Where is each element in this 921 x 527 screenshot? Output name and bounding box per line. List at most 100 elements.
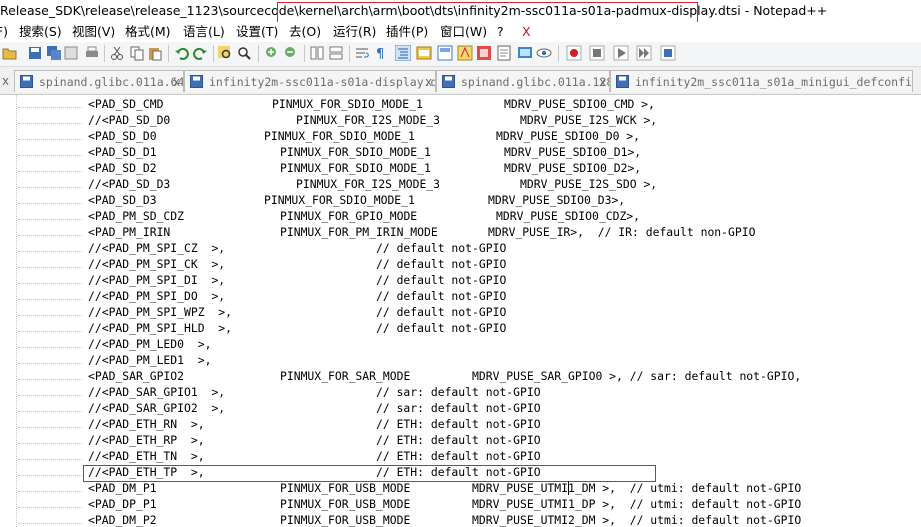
- code-line[interactable]: <PAD_SD_D0 PINMUX_FOR_SDIO_MODE_1 MDRV_PUS…: [0, 128, 921, 144]
- code-line[interactable]: //<PAD_PM_SPI_DO >, // default not-GPIO: [0, 288, 921, 304]
- code-line[interactable]: <PAD_PM_IRIN PINMUX_FOR_PM_IRIN_MODE MDRV_…: [0, 224, 921, 240]
- find-icon[interactable]: [217, 45, 233, 61]
- sync-vertical-icon[interactable]: [309, 45, 325, 61]
- indent-whitespace-marker: [18, 219, 82, 220]
- tab-infinity2m-minigui-defconfig[interactable]: infinity2m_ssc011a_s01a_minigui_defconfi…: [610, 70, 913, 92]
- window-title-bar[interactable]: Release_SDK\release\release_1123\sourcec…: [0, 0, 921, 22]
- code-line[interactable]: //<PAD_PM_SPI_CZ >, // default not-GPIO: [0, 240, 921, 256]
- code-line[interactable]: <PAD_SD_D2 PINMUX_FOR_SDIO_MODE_1 MDRV_PUS…: [0, 160, 921, 176]
- code-pinmux-mode: // ETH: default not-GPIO: [376, 417, 541, 431]
- zoom-in-icon[interactable]: [264, 45, 280, 61]
- code-line[interactable]: //<PAD_PM_SPI_CK >, // default not-GPIO: [0, 256, 921, 272]
- code-line[interactable]: <PAD_SAR_GPIO2 PINMUX_FOR_SAR_MODE MDRV_PU…: [0, 368, 921, 384]
- code-pad-name: <PAD_DM_P2: [88, 513, 157, 527]
- code-line[interactable]: //<PAD_SD_D3 PINMUX_FOR_I2S_MODE_3 MDRV_PU…: [0, 176, 921, 192]
- indent-whitespace-marker: [18, 427, 82, 428]
- code-line[interactable]: //<PAD_PM_LED0 >,: [0, 336, 921, 352]
- code-pinmux-mode: // ETH: default not-GPIO: [376, 465, 541, 479]
- code-line[interactable]: //<PAD_ETH_TP >, // ETH: default not-GPIO: [0, 464, 921, 480]
- indent-whitespace-marker: [18, 347, 82, 348]
- view-eye-icon[interactable]: [536, 45, 552, 61]
- macro-record-icon[interactable]: [566, 45, 582, 61]
- code-line[interactable]: //<PAD_PM_SPI_WPZ >, // default not-GPIO: [0, 304, 921, 320]
- code-line[interactable]: //<PAD_ETH_RN >, // ETH: default not-GPIO: [0, 416, 921, 432]
- menu-file[interactable]: 文件(F): [0, 22, 8, 42]
- tab-spinand-128[interactable]: spinand.glibc.011a.128 x: [436, 70, 610, 92]
- code-pad-name: //<PAD_SD_D3: [88, 177, 171, 191]
- tab-close-icon[interactable]: x: [599, 71, 606, 92]
- tab-spinand-64[interactable]: spinand.glibc.011a.64 x: [14, 70, 184, 92]
- code-line[interactable]: //<PAD_SAR_GPIO1 >, // sar: default not-G…: [0, 384, 921, 400]
- code-pinmux-mode: PINMUX_FOR_USB_MODE: [280, 513, 411, 527]
- menu-search[interactable]: 搜索(S): [19, 22, 62, 42]
- code-line[interactable]: //<PAD_PM_LED1 >,: [0, 352, 921, 368]
- zoom-out-icon[interactable]: [283, 45, 299, 61]
- indent-whitespace-marker: [18, 171, 82, 172]
- close-file-icon[interactable]: [63, 45, 79, 61]
- tab-label: spinand.glibc.011a.64: [39, 75, 184, 89]
- tab-close-icon[interactable]: x: [173, 71, 180, 92]
- code-line[interactable]: //<PAD_ETH_RP >, // ETH: default not-GPIO: [0, 432, 921, 448]
- print-icon[interactable]: [84, 45, 100, 61]
- code-line[interactable]: <PAD_SD_D3 PINMUX_FOR_SDIO_MODE_1 MDRV_PUS…: [0, 192, 921, 208]
- replace-icon[interactable]: [236, 45, 252, 61]
- tab-infinity2m-display-dtsi[interactable]: infinity2m-ssc011a-s01a-display.dtsi x: [184, 70, 436, 92]
- copy-icon[interactable]: [129, 45, 145, 61]
- code-line[interactable]: <PAD_DM_P1 PINMUX_FOR_USB_MODE MDRV_PUSE_U…: [0, 480, 921, 496]
- code-line[interactable]: //<PAD_PM_SPI_HLD >, // default not-GPIO: [0, 320, 921, 336]
- code-line[interactable]: //<PAD_PM_SPI_DI >, // default not-GPIO: [0, 272, 921, 288]
- menu-plugins[interactable]: 插件(P): [386, 22, 428, 42]
- show-all-chars-icon[interactable]: ¶: [373, 45, 389, 61]
- tab-close-icon[interactable]: x: [425, 71, 432, 92]
- folder-workspace-icon[interactable]: [476, 45, 492, 61]
- paste-icon[interactable]: [147, 45, 163, 61]
- macro-stop-icon[interactable]: [589, 45, 605, 61]
- user-defined-lang-icon[interactable]: [416, 45, 432, 61]
- document-list-icon[interactable]: [496, 45, 512, 61]
- tab-close-icon[interactable]: x: [2, 70, 9, 92]
- redo-icon[interactable]: [192, 45, 208, 61]
- close-document-icon[interactable]: X: [522, 22, 531, 42]
- doc-map-icon[interactable]: [437, 45, 453, 61]
- save-icon[interactable]: [27, 45, 43, 61]
- menu-bar: 文件(F) 搜索(S) 视图(V) 格式(M) 语言(L) 设置(T) 去(O) 运行(R) 插…: [0, 22, 921, 42]
- undo-icon[interactable]: [174, 45, 190, 61]
- code-line[interactable]: <PAD_PM_SD_CDZ PINMUX_FOR_GPIO_MODE MDRV_P…: [0, 208, 921, 224]
- menu-language[interactable]: 语言(L): [183, 22, 225, 42]
- cut-icon[interactable]: [109, 45, 125, 61]
- code-line[interactable]: //<PAD_SAR_GPIO2 >, // sar: default not-G…: [0, 400, 921, 416]
- code-pinmux-mode: PINMUX_FOR_I2S_MODE_3: [296, 177, 441, 191]
- word-wrap-icon[interactable]: [354, 45, 370, 61]
- macro-play-icon[interactable]: [613, 45, 629, 61]
- monitoring-icon[interactable]: [517, 45, 533, 61]
- code-line[interactable]: <PAD_SD_CMD PINMUX_FOR_SDIO_MODE_1 MDRV_PU…: [0, 96, 921, 112]
- code-line[interactable]: <PAD_DP_P1 PINMUX_FOR_USB_MODE MDRV_PUSE_U…: [0, 496, 921, 512]
- toolbar-separator: [258, 45, 259, 62]
- code-pinmux-mode: PINMUX_FOR_SDIO_MODE_1: [264, 129, 415, 143]
- code-line[interactable]: <PAD_SD_D1 PINMUX_FOR_SDIO_MODE_1 MDRV_PUS…: [0, 144, 921, 160]
- menu-view[interactable]: 视图(V): [72, 22, 115, 42]
- sync-horizontal-icon[interactable]: [328, 45, 344, 61]
- macro-play-multiple-icon[interactable]: [636, 45, 652, 61]
- menu-help[interactable]: ?: [497, 22, 504, 42]
- code-pinmux-mode: // default not-GPIO: [376, 273, 507, 287]
- code-editor[interactable]: <PAD_SD_CMD PINMUX_FOR_SDIO_MODE_1 MDRV_PU…: [0, 95, 921, 527]
- macro-save-icon[interactable]: [660, 45, 676, 61]
- save-all-icon[interactable]: [46, 45, 62, 61]
- code-puse-value: MDRV_PUSE_SDIO0_D0 >,: [496, 129, 641, 143]
- menu-settings[interactable]: 设置(T): [236, 22, 278, 42]
- file-save-state-icon: [20, 75, 33, 88]
- open-file-icon[interactable]: [2, 45, 18, 61]
- code-line[interactable]: //<PAD_SD_D0 PINMUX_FOR_I2S_MODE_3 MDRV_PU…: [0, 112, 921, 128]
- file-save-state-icon: [442, 75, 455, 88]
- menu-goto[interactable]: 去(O): [289, 22, 321, 42]
- menu-run[interactable]: 运行(R): [333, 22, 376, 42]
- file-save-state-icon: [190, 75, 203, 88]
- indent-whitespace-marker: [18, 283, 82, 284]
- menu-format[interactable]: 格式(M): [125, 22, 171, 42]
- code-line[interactable]: //<PAD_ETH_TN >, // ETH: default not-GPIO: [0, 448, 921, 464]
- code-line[interactable]: <PAD_DM_P2 PINMUX_FOR_USB_MODE MDRV_PUSE_U…: [0, 512, 921, 527]
- function-list-icon[interactable]: [457, 45, 473, 61]
- menu-window[interactable]: 窗口(W): [440, 22, 487, 42]
- indent-guide-icon[interactable]: [395, 45, 411, 61]
